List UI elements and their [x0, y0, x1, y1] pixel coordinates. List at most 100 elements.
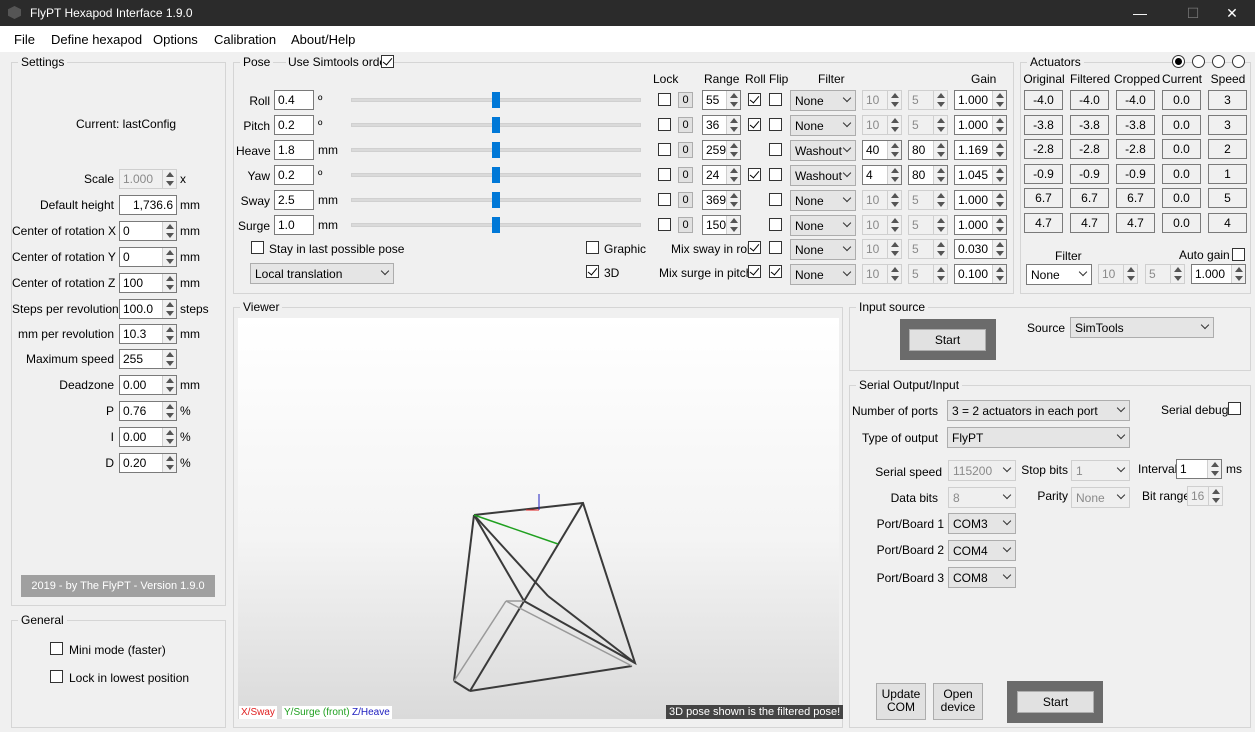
mix-filter-dropdown[interactable]: None: [790, 264, 856, 285]
pose-filter-dropdown[interactable]: None: [790, 190, 856, 211]
actuator-radio-4[interactable]: [1232, 55, 1245, 68]
viewer-canvas[interactable]: [238, 318, 839, 719]
actuator-gain-spinner[interactable]: 1.000: [1191, 264, 1246, 284]
pose-filter-param1[interactable]: 10: [862, 90, 902, 110]
pose-value-field[interactable]: 0.2: [274, 115, 314, 135]
mix-surge-checkbox[interactable]: [748, 265, 761, 278]
port3-dropdown[interactable]: COM8: [948, 567, 1016, 588]
mix-filter-param2[interactable]: 5: [908, 264, 948, 284]
data-bits-dropdown[interactable]: 8: [948, 487, 1016, 508]
mix-filter-dropdown[interactable]: None: [790, 239, 856, 260]
spin-arrows-icon[interactable]: [992, 265, 1006, 283]
spin-arrows-icon[interactable]: [992, 191, 1006, 209]
open-device-button[interactable]: Open device: [933, 683, 983, 720]
spin-arrows-icon[interactable]: [887, 91, 901, 109]
pose-filter-param1[interactable]: 10: [862, 190, 902, 210]
setting-spinner[interactable]: 0: [119, 247, 177, 267]
update-com-button[interactable]: Update COM: [876, 683, 926, 720]
spin-arrows-icon[interactable]: [992, 240, 1006, 258]
serial-debug-checkbox[interactable]: [1228, 402, 1241, 415]
setting-spinner[interactable]: 10.3: [119, 324, 177, 344]
output-type-dropdown[interactable]: FlyPT: [947, 427, 1130, 448]
actuator-radio-1[interactable]: [1172, 55, 1185, 68]
pose-slider-thumb[interactable]: [492, 92, 500, 108]
pose-gain-spinner[interactable]: 1.169: [954, 140, 1007, 160]
port2-dropdown[interactable]: COM4: [948, 540, 1016, 561]
pose-filter-param2[interactable]: 5: [908, 215, 948, 235]
pose-filter-param1[interactable]: 40: [862, 140, 902, 160]
auto-gain-checkbox[interactable]: [1232, 248, 1245, 261]
setting-spinner[interactable]: 0: [119, 221, 177, 241]
pose-filter-param2[interactable]: 5: [908, 190, 948, 210]
pose-value-field[interactable]: 2.5: [274, 190, 314, 210]
mix-filter-param1[interactable]: 10: [862, 264, 902, 284]
pose-slider-thumb[interactable]: [492, 167, 500, 183]
pose-lock-value-button[interactable]: 0: [678, 167, 693, 183]
pose-filter-param2[interactable]: 80: [908, 140, 948, 160]
spin-arrows-icon[interactable]: [1170, 265, 1184, 283]
spin-arrows-icon[interactable]: [933, 91, 947, 109]
pose-filter-param1[interactable]: 4: [862, 165, 902, 185]
menu-about-help[interactable]: About/Help: [291, 32, 355, 47]
interval-spinner[interactable]: 1: [1176, 459, 1222, 479]
spin-arrows-icon[interactable]: [1208, 487, 1222, 505]
serial-start-button[interactable]: Start: [1017, 691, 1094, 713]
spin-arrows-icon[interactable]: [933, 265, 947, 283]
mix-surge-flip-checkbox[interactable]: [769, 265, 782, 278]
pose-filter-dropdown[interactable]: None: [790, 215, 856, 236]
pose-flip-checkbox[interactable]: [769, 143, 782, 156]
setting-spinner[interactable]: 0.20: [119, 453, 177, 473]
pose-value-field[interactable]: 1.0: [274, 215, 314, 235]
pose-flip-checkbox[interactable]: [769, 193, 782, 206]
use-simtools-checkbox[interactable]: [381, 55, 394, 68]
pose-filter-param2[interactable]: 5: [908, 90, 948, 110]
spin-arrows-icon[interactable]: [933, 116, 947, 134]
pose-slider-thumb[interactable]: [492, 117, 500, 133]
pose-lock-value-button[interactable]: 0: [678, 217, 693, 233]
setting-spinner[interactable]: 0.76: [119, 401, 177, 421]
pose-flip-checkbox[interactable]: [769, 118, 782, 131]
spin-arrows-icon[interactable]: [162, 222, 176, 240]
spin-arrows-icon[interactable]: [887, 216, 901, 234]
spin-arrows-icon[interactable]: [726, 91, 740, 109]
pose-range-spinner[interactable]: 259: [702, 140, 741, 160]
setting-spinner[interactable]: 100: [119, 273, 177, 293]
actuator-radio-2[interactable]: [1192, 55, 1205, 68]
spin-arrows-icon[interactable]: [887, 166, 901, 184]
spin-arrows-icon[interactable]: [1123, 265, 1137, 283]
spin-arrows-icon[interactable]: [933, 191, 947, 209]
port1-dropdown[interactable]: COM3: [948, 513, 1016, 534]
default-height-field[interactable]: 1,736.6: [119, 195, 177, 215]
pose-value-field[interactable]: 1.8: [274, 140, 314, 160]
spin-arrows-icon[interactable]: [1207, 460, 1221, 478]
spin-arrows-icon[interactable]: [162, 274, 176, 292]
spin-arrows-icon[interactable]: [992, 91, 1006, 109]
mix-gain-spinner[interactable]: 0.100: [954, 264, 1007, 284]
pose-lock-value-button[interactable]: 0: [678, 142, 693, 158]
spin-arrows-icon[interactable]: [1231, 265, 1245, 283]
pose-slider-thumb[interactable]: [492, 142, 500, 158]
close-button[interactable]: ✕: [1209, 0, 1255, 26]
spin-arrows-icon[interactable]: [162, 300, 176, 318]
pose-gain-spinner[interactable]: 1.000: [954, 215, 1007, 235]
pose-lock-checkbox[interactable]: [658, 218, 671, 231]
bit-range-spinner[interactable]: 16: [1187, 486, 1223, 506]
pose-slider-thumb[interactable]: [492, 192, 500, 208]
pose-lock-value-button[interactable]: 0: [678, 192, 693, 208]
lock-lowest-checkbox[interactable]: [50, 670, 63, 683]
spin-arrows-icon[interactable]: [162, 454, 176, 472]
pose-lock-checkbox[interactable]: [658, 118, 671, 131]
pose-filter-dropdown[interactable]: None: [790, 115, 856, 136]
spin-arrows-icon[interactable]: [162, 376, 176, 394]
menu-define-hexapod[interactable]: Define hexapod: [51, 32, 142, 47]
pose-lock-checkbox[interactable]: [658, 93, 671, 106]
spin-arrows-icon[interactable]: [992, 166, 1006, 184]
spin-arrows-icon[interactable]: [887, 240, 901, 258]
pose-flip-checkbox[interactable]: [769, 93, 782, 106]
spin-arrows-icon[interactable]: [162, 170, 176, 188]
menu-options[interactable]: Options: [153, 32, 198, 47]
mix-gain-spinner[interactable]: 0.030: [954, 239, 1007, 259]
spin-arrows-icon[interactable]: [933, 240, 947, 258]
spin-arrows-icon[interactable]: [726, 216, 740, 234]
pose-range-spinner[interactable]: 24: [702, 165, 741, 185]
